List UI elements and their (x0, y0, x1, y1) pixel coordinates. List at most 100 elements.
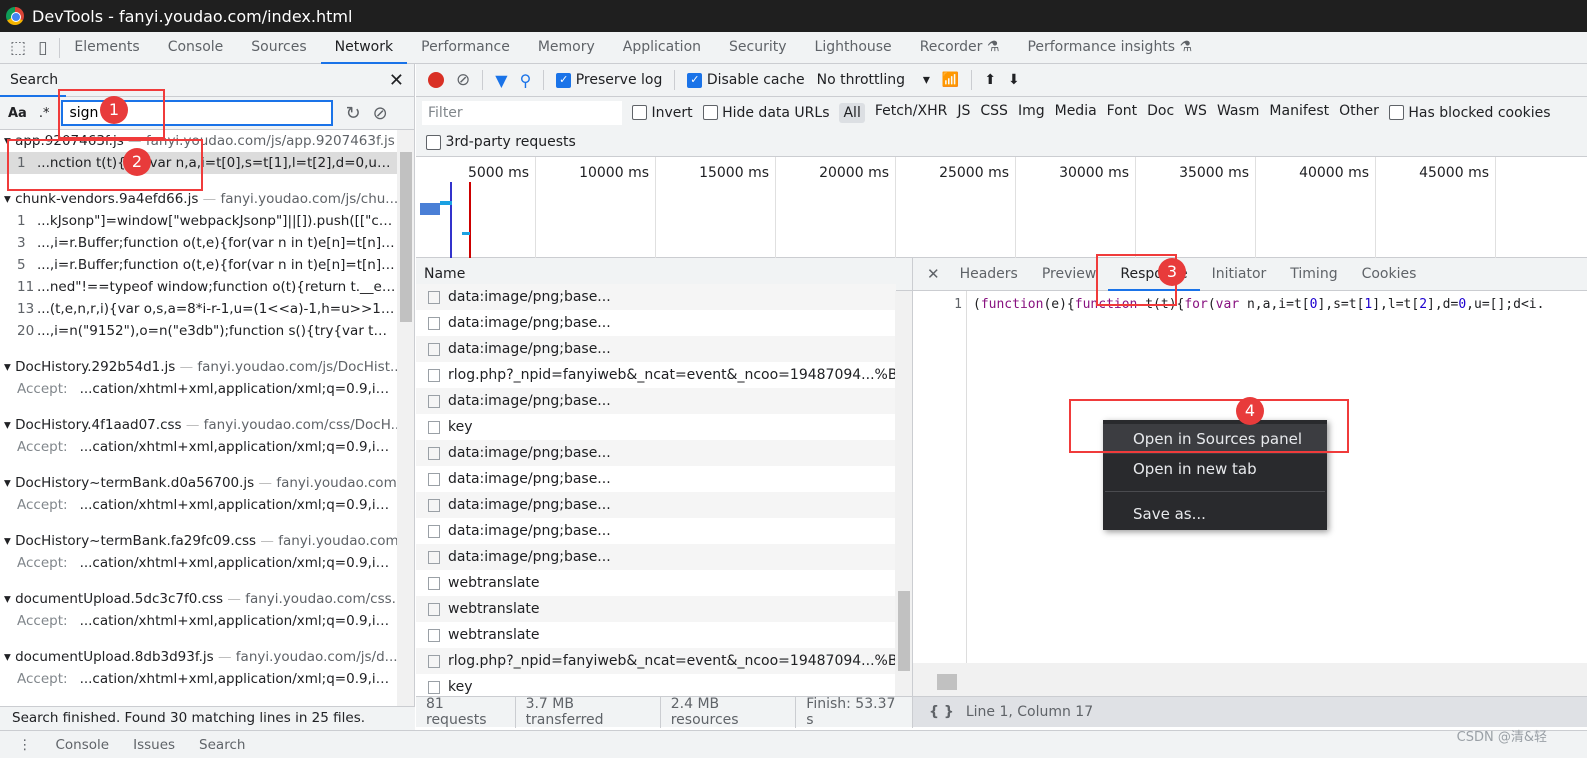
invert-checkbox[interactable]: Invert (632, 105, 693, 121)
type-filter-img[interactable]: Img (1018, 103, 1045, 123)
result-file-header[interactable]: ▾ chunk-vendors.9a4efd66.js — fanyi.youd… (0, 188, 398, 210)
request-row[interactable]: key (416, 674, 896, 696)
filter-icon[interactable]: ▼ (495, 71, 507, 90)
request-row[interactable]: key (416, 414, 896, 440)
result-line[interactable]: 13 ...(t,e,n,r,i){var o,s,a=8*i-r-1,u=(1<… (0, 298, 398, 320)
type-filter-font[interactable]: Font (1107, 103, 1137, 123)
network-overview-timeline[interactable]: 5000 ms 10000 ms 15000 ms 20000 ms 25000 ms 3… (416, 157, 1587, 258)
match-case-toggle[interactable]: Aa (8, 106, 27, 121)
type-filter-manifest[interactable]: Manifest (1269, 103, 1329, 123)
type-filter-js[interactable]: JS (957, 103, 970, 123)
tab-timing[interactable]: Timing (1278, 258, 1349, 291)
request-row[interactable]: webtranslate (416, 622, 896, 648)
tab-headers[interactable]: Headers (948, 258, 1030, 291)
request-row[interactable]: data:image/png;base... (416, 466, 896, 492)
request-list-scrollbar[interactable] (895, 291, 912, 696)
result-line[interactable]: 3 ...,i=r.Buffer;function o(t,e){for(var … (0, 232, 398, 254)
tab-performance[interactable]: Performance (407, 32, 524, 64)
result-group: ▾ documentUpload.5dc3c7f0.css — fanyi.yo… (0, 588, 398, 632)
type-filter-css[interactable]: CSS (980, 103, 1008, 123)
filter-input[interactable]: Filter (422, 100, 622, 125)
hide-data-urls-checkbox[interactable]: Hide data URLs (702, 105, 829, 121)
third-party-checkbox[interactable]: 3rd-party requests (426, 134, 576, 150)
throttling-select[interactable]: No throttling ▾ (817, 72, 930, 88)
request-row[interactable]: data:image/png;base... (416, 492, 896, 518)
pretty-print-icon[interactable]: { } (929, 704, 954, 720)
result-file-header[interactable]: ▾ DocHistory~termBank.d0a56700.js — fany… (0, 472, 398, 494)
disable-cache-checkbox[interactable]: ✓ Disable cache (687, 72, 805, 88)
result-line[interactable]: 11 ...ned"!==typeof window;function o(t){… (0, 276, 398, 298)
type-filter-fetch-xhr[interactable]: Fetch/XHR (875, 103, 948, 123)
result-line[interactable]: 1 ...kJsonp"]=window["webpackJsonp"]||[])… (0, 210, 398, 232)
drawer-menu-icon[interactable]: ⋮ (18, 731, 32, 758)
type-filter-doc[interactable]: Doc (1147, 103, 1174, 123)
result-line[interactable]: Accept: ...cation/xhtml+xml,application/x… (0, 552, 398, 574)
tab-console[interactable]: Console (154, 32, 238, 64)
clear-log-icon[interactable]: ⊘ (456, 70, 470, 90)
result-line[interactable]: Accept: ...cation/xhtml+xml,application/x… (0, 436, 398, 458)
request-row[interactable]: rlog.php?_npid=fanyiweb&_ncat=event&_nco… (416, 648, 896, 674)
result-file-header[interactable]: ▾ DocHistory.292b54d1.js — fanyi.youdao.… (0, 356, 398, 378)
search-icon[interactable]: ⚲ (520, 71, 532, 90)
tab-network[interactable]: Network (320, 32, 408, 64)
request-row[interactable]: data:image/png;base... (416, 284, 896, 310)
preserve-log-checkbox[interactable]: ✓ Preserve log (556, 72, 662, 88)
result-line[interactable]: Accept: ...cation/xhtml+xml,application/x… (0, 610, 398, 632)
close-icon[interactable]: ✕ (389, 70, 404, 91)
tab-lighthouse[interactable]: Lighthouse (801, 32, 906, 64)
request-row[interactable]: data:image/png;base... (416, 544, 896, 570)
refresh-icon[interactable]: ↻ (345, 103, 360, 124)
result-line[interactable]: 5 ...,i=r.Buffer;function o(t,e){for(var … (0, 254, 398, 276)
drawer-tab-search[interactable]: Search (199, 731, 245, 758)
result-file-header[interactable]: ▾ DocHistory~termBank.fa29fc09.css — fan… (0, 530, 398, 552)
result-line[interactable]: Accept: ...cation/xhtml+xml,application/x… (0, 378, 398, 400)
drawer-tab-console[interactable]: Console (56, 731, 110, 758)
type-filter-all[interactable]: All (839, 102, 865, 123)
result-line[interactable]: Accept: ...cation/xhtml+xml,application/x… (0, 668, 398, 690)
import-har-icon[interactable]: ⬆ (984, 72, 996, 88)
request-row[interactable]: data:image/png;base... (416, 388, 896, 414)
request-row[interactable]: data:image/png;base... (416, 310, 896, 336)
tab-application[interactable]: Application (609, 32, 715, 64)
export-har-icon[interactable]: ⬇ (1008, 72, 1020, 88)
request-row[interactable]: rlog.php?_npid=fanyiweb&_ncat=event&_nco… (416, 362, 896, 388)
request-row[interactable]: data:image/png;base... (416, 518, 896, 544)
request-row[interactable]: data:image/png;base... (416, 440, 896, 466)
tab-elements[interactable]: Elements (60, 32, 153, 64)
horizontal-scrollbar[interactable] (913, 663, 1587, 696)
device-toolbar-icon[interactable]: ▯ (36, 37, 61, 58)
result-line[interactable]: 20 ...,i=n("9152"),o=n("e3db");function s… (0, 320, 398, 342)
menu-save-as[interactable]: Save as... (1103, 499, 1327, 529)
tab-sources[interactable]: Sources (237, 32, 320, 64)
clear-icon[interactable]: ⊘ (373, 103, 388, 124)
record-icon[interactable] (428, 72, 444, 88)
result-file-header[interactable]: ▾ documentUpload.5dc3c7f0.css — fanyi.yo… (0, 588, 398, 610)
regex-toggle[interactable]: .* (39, 106, 50, 121)
tab-performance-insights-[interactable]: Performance insights ⚗ (1013, 32, 1206, 64)
request-row[interactable]: webtranslate (416, 596, 896, 622)
result-file-header[interactable]: ▾ documentUpload.8db3d93f.js — fanyi.you… (0, 646, 398, 668)
tab-security[interactable]: Security (715, 32, 801, 64)
type-filter-ws[interactable]: WS (1184, 103, 1207, 123)
tab-recorder-[interactable]: Recorder ⚗ (906, 32, 1014, 64)
network-filter-bar: Filter Invert Hide data URLs All Fetch/XH… (416, 97, 1587, 128)
tab-memory[interactable]: Memory (524, 32, 609, 64)
tab-initiator[interactable]: Initiator (1200, 258, 1279, 291)
menu-open-in-new-tab[interactable]: Open in new tab (1103, 454, 1327, 484)
tab-cookies[interactable]: Cookies (1350, 258, 1429, 291)
type-filter-other[interactable]: Other (1339, 103, 1379, 123)
request-row[interactable]: data:image/png;base... (416, 336, 896, 362)
has-blocked-cookies-checkbox[interactable]: Has blocked cookies (1388, 105, 1551, 121)
result-line[interactable]: Accept: ...cation/xhtml+xml,application/x… (0, 494, 398, 516)
result-file-header[interactable]: ▾ DocHistory.4f1aad07.css — fanyi.youdao… (0, 414, 398, 436)
network-conditions-icon[interactable]: 📶 (942, 72, 959, 88)
close-detail-icon[interactable]: ✕ (913, 265, 948, 283)
type-filter-media[interactable]: Media (1055, 103, 1097, 123)
type-filter-wasm[interactable]: Wasm (1217, 103, 1259, 123)
result-group: ▾ chunk-vendors.9a4efd66.js — fanyi.youd… (0, 188, 398, 342)
request-row[interactable]: webtranslate (416, 570, 896, 596)
results-scrollbar[interactable] (397, 130, 414, 706)
inspect-element-icon[interactable]: ⬚ (0, 38, 36, 58)
drawer-tab-issues[interactable]: Issues (133, 731, 175, 758)
file-icon (428, 550, 440, 564)
